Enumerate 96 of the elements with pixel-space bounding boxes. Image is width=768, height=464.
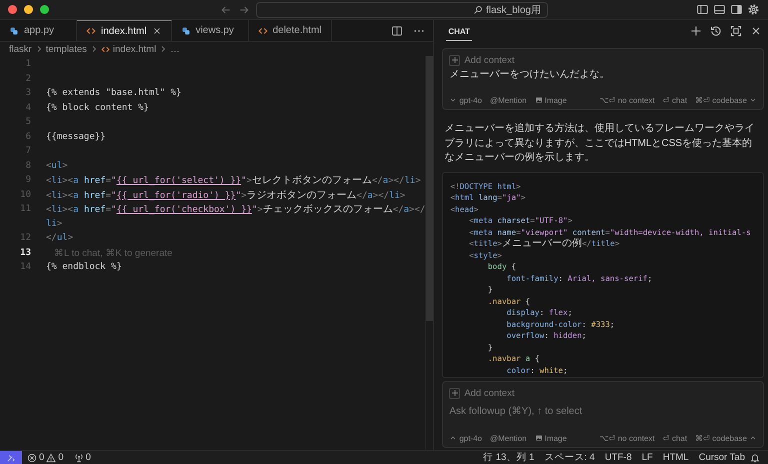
line-number: 7 bbox=[24, 146, 31, 156]
breadcrumb-item[interactable]: … bbox=[170, 44, 180, 54]
code-line: {{message}} bbox=[46, 132, 106, 142]
close-icon[interactable] bbox=[750, 25, 762, 37]
search-field[interactable]: flask_blog用 bbox=[256, 2, 548, 18]
status-item[interactable]: スペース: 4 bbox=[539, 451, 600, 464]
close-icon[interactable] bbox=[152, 26, 162, 36]
code-line: {% extends "base.html" %} bbox=[46, 88, 182, 98]
line-number: 5 bbox=[24, 117, 31, 128]
warning-icon bbox=[46, 452, 56, 462]
close-window-button[interactable] bbox=[8, 5, 17, 14]
line-number: 10 bbox=[19, 190, 31, 200]
panel-toggle-icon[interactable] bbox=[713, 3, 726, 16]
chat-message: メニューバーをつけたいんだよな。 bbox=[449, 68, 610, 82]
line-number: 3 bbox=[24, 88, 31, 98]
python-file-icon bbox=[180, 26, 191, 36]
secondary-sidebar-icon[interactable] bbox=[730, 3, 743, 16]
mention-button[interactable]: @Mention bbox=[490, 434, 527, 442]
bell-icon[interactable] bbox=[750, 452, 760, 462]
history-icon[interactable] bbox=[710, 25, 722, 37]
code-brackets-icon bbox=[86, 26, 96, 36]
image-icon bbox=[534, 434, 543, 442]
shortcut-button[interactable]: ⌘⏎ codebase bbox=[695, 96, 757, 104]
chevron-right-icon bbox=[159, 45, 168, 53]
status-item[interactable]: LF bbox=[636, 452, 658, 463]
panel-tab[interactable]: CHAT bbox=[446, 22, 472, 40]
status-item[interactable]: Cursor Tab bbox=[694, 452, 750, 463]
split-editor-icon[interactable] bbox=[391, 24, 404, 36]
code-brackets-icon bbox=[100, 44, 110, 54]
line-number: 4 bbox=[24, 102, 31, 113]
line-number: 13 bbox=[19, 248, 31, 258]
image-button[interactable]: Image bbox=[534, 434, 567, 442]
antenna-icon bbox=[74, 452, 84, 462]
shortcut-button[interactable]: ⌥⏎ no context bbox=[600, 434, 655, 442]
ports-count: 0 bbox=[86, 452, 91, 463]
line-number: 8 bbox=[24, 160, 31, 171]
editor-tab[interactable]: index.html bbox=[77, 20, 172, 41]
followup-box[interactable]: Add context Ask followup (⌘Y), ↑ to select gpt-4o @Mention Image ⌥⏎ no context ⏎ chat ⌘⏎ codebase bbox=[442, 381, 764, 448]
code-line: {% block content %} bbox=[46, 102, 149, 113]
add-context-label[interactable]: Add context bbox=[464, 388, 514, 398]
line-number: 14 bbox=[19, 262, 31, 272]
plus-icon bbox=[450, 389, 459, 397]
maximize-icon[interactable] bbox=[730, 25, 742, 37]
line-number: 6 bbox=[24, 132, 31, 142]
scrollbar-thumb[interactable] bbox=[426, 56, 434, 321]
plus-icon bbox=[450, 56, 459, 64]
line-number: 1 bbox=[24, 59, 31, 70]
breadcrumb-item[interactable]: index.html bbox=[112, 44, 156, 54]
model-selector[interactable]: gpt-4o bbox=[449, 96, 482, 104]
image-button[interactable]: Image bbox=[534, 96, 567, 104]
breadcrumb-item[interactable]: flaskr bbox=[9, 44, 32, 54]
status-item[interactable]: 行 13、列 1 bbox=[478, 451, 540, 464]
code-line: </ul> bbox=[46, 233, 74, 244]
shortcut-button[interactable]: ⏎ chat bbox=[662, 434, 688, 442]
warning-count: 0 bbox=[58, 452, 64, 463]
editor-tab[interactable]: views.py bbox=[172, 20, 249, 41]
code-line: {% endblock %} bbox=[46, 262, 122, 272]
maximize-window-button[interactable] bbox=[40, 5, 49, 14]
status-item[interactable]: UTF-8 bbox=[600, 452, 637, 463]
new-chat-icon[interactable] bbox=[690, 25, 702, 37]
remote-icon bbox=[6, 452, 16, 462]
code-line: <li><a href="{{ url_for('select') }}">セレクトボタンのフォーム</a></li> bbox=[46, 174, 421, 188]
minimize-window-button[interactable] bbox=[24, 5, 33, 14]
shortcut-button[interactable]: ⌥⏎ no context bbox=[600, 96, 655, 104]
search-icon bbox=[472, 4, 483, 14]
add-context-button[interactable] bbox=[449, 388, 460, 398]
add-context-button[interactable] bbox=[449, 54, 460, 66]
followup-input[interactable]: Ask followup (⌘Y), ↑ to select bbox=[449, 402, 757, 422]
inline-hint: ⌘L to chat, ⌘K to generate bbox=[53, 246, 172, 259]
settings-icon[interactable] bbox=[747, 3, 760, 16]
line-number: 2 bbox=[24, 74, 31, 84]
code-line: <li><a href="{{ url_for('radio') }}">ラジオボタンのフォーム</a></li> bbox=[46, 188, 406, 202]
response-text: メニューバーを追加する方法は、使用しているフレームワークやライブラリによって異なりますが、ここではHTMLとCSSを使った基本的なメニューバーの例を示します。 bbox=[444, 122, 756, 165]
breadcrumb-item[interactable]: templates bbox=[46, 44, 87, 54]
add-context-label[interactable]: Add context bbox=[464, 54, 514, 66]
error-icon bbox=[27, 452, 37, 462]
sidebar-toggle-icon[interactable] bbox=[696, 3, 709, 16]
shortcut-button[interactable]: ⏎ chat bbox=[662, 96, 688, 104]
code-line: li> bbox=[46, 218, 62, 229]
model-selector[interactable]: gpt-4o bbox=[449, 434, 482, 442]
error-count: 0 bbox=[39, 452, 44, 463]
shortcut-button[interactable]: ⌘⏎ codebase bbox=[695, 434, 757, 442]
line-number: 11 bbox=[19, 204, 31, 214]
code-line: <li><a href="{{ url_for('checkbox') }}">チェックボックスのフォーム</a></ bbox=[46, 203, 426, 216]
line-number: 9 bbox=[24, 175, 31, 186]
ports-button[interactable]: 0 bbox=[64, 452, 91, 463]
mention-button[interactable]: @Mention bbox=[490, 96, 527, 104]
code-brackets-icon bbox=[258, 26, 268, 36]
image-icon bbox=[534, 96, 543, 104]
code-line: <ul> bbox=[46, 160, 68, 171]
window-title: flask_blog用 bbox=[486, 4, 541, 16]
problems-button[interactable]: 0 0 bbox=[22, 452, 64, 463]
status-item[interactable]: HTML bbox=[658, 452, 694, 463]
line-number: 12 bbox=[19, 233, 31, 244]
editor-tab[interactable]: delete.html bbox=[248, 20, 332, 41]
python-file-icon bbox=[9, 26, 19, 36]
